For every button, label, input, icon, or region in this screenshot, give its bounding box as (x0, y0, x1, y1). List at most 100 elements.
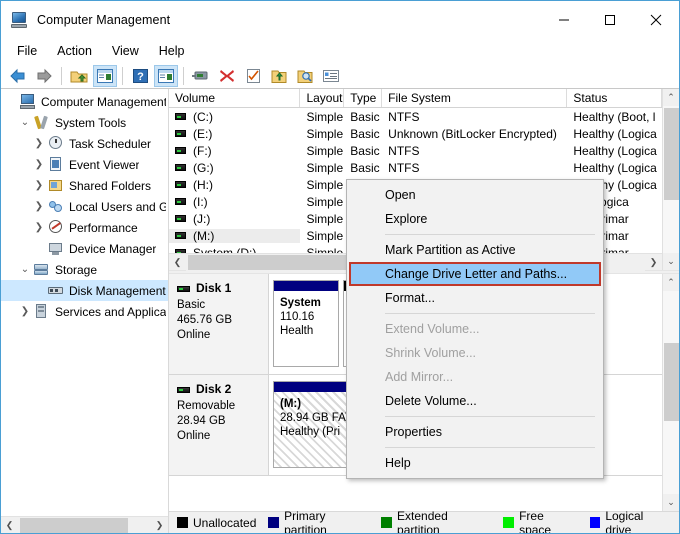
context-menu-item-explore[interactable]: Explore (347, 207, 603, 231)
volume-scroll-left-arrow[interactable]: ❮ (169, 254, 186, 271)
close-button[interactable] (633, 1, 679, 39)
sidebar-item-performance[interactable]: ❯Performance (1, 217, 168, 238)
volume-cell-layout: Simple (300, 161, 344, 175)
volume-name: (C:) (193, 110, 213, 124)
map-vscroll-track[interactable] (663, 291, 679, 494)
chevron-right-icon[interactable]: ❯ (31, 180, 47, 191)
volume-scroll-down-arrow[interactable]: ⌄ (663, 253, 679, 270)
chevron-down-icon[interactable]: ⌄ (17, 264, 33, 275)
column-header-file-system[interactable]: File System (382, 89, 567, 107)
disk-type: Basic (177, 298, 268, 313)
volume-vscroll-thumb[interactable] (664, 108, 679, 200)
volume-scroll-up-arrow[interactable]: ⌃ (663, 89, 679, 106)
volume-name: (H:) (193, 178, 213, 192)
show-hide-console-tree-icon[interactable] (93, 65, 117, 87)
volume-row[interactable]: (G:)SimpleBasicNTFSHealthy (Logica (169, 159, 662, 176)
volume-row[interactable]: (F:)SimpleBasicNTFSHealthy (Logica (169, 142, 662, 159)
column-header-layout[interactable]: Layout (300, 89, 344, 107)
forward-arrow-icon[interactable] (32, 65, 56, 87)
disk-map-vertical-scrollbar[interactable]: ⌃ ⌄ (662, 274, 679, 511)
volume-cell-layout: Simple (300, 144, 344, 158)
chevron-right-icon[interactable]: ❯ (31, 222, 47, 233)
disk-state: Online (177, 328, 268, 343)
maximize-button[interactable] (587, 1, 633, 39)
sidebar-item-task-scheduler[interactable]: ❯Task Scheduler (1, 133, 168, 154)
console-tree: Computer Management (⌄System Tools❯Task … (1, 89, 168, 516)
drive-icon (175, 198, 186, 205)
map-vscroll-thumb[interactable] (664, 343, 679, 421)
sidebar-item-local-users-and-gr[interactable]: ❯Local Users and Gr (1, 196, 168, 217)
menu-view[interactable]: View (102, 41, 149, 61)
legend-label: Free space (519, 509, 578, 534)
volume-vscroll-track[interactable] (663, 106, 679, 253)
sidebar-item-services-and-applicati[interactable]: ❯Services and Applicati (1, 301, 168, 322)
sidebar-item-disk-management[interactable]: Disk Management (1, 280, 168, 301)
tree-horizontal-scrollbar[interactable]: ❮ ❯ (1, 516, 168, 533)
sidebar-item-label: Disk Management (69, 284, 166, 298)
chevron-right-icon[interactable]: ❯ (31, 159, 47, 170)
disk-info[interactable]: Disk 2Removable28.94 GBOnline (169, 375, 269, 475)
sidebar-item-storage[interactable]: ⌄Storage (1, 259, 168, 280)
toolbar-separator (61, 67, 62, 85)
window-controls (541, 1, 679, 39)
chevron-right-icon[interactable]: ❯ (31, 201, 47, 212)
partition-block[interactable]: System110.16Health (273, 280, 339, 367)
show-action-pane-icon[interactable] (154, 65, 178, 87)
context-menu-item-change-drive-letter-and-paths[interactable]: Change Drive Letter and Paths... (349, 262, 601, 286)
tree-scroll-left-arrow[interactable]: ❮ (1, 517, 18, 534)
context-menu-item-properties[interactable]: Properties (347, 420, 603, 444)
export-list-icon[interactable] (267, 65, 291, 87)
delete-icon[interactable] (215, 65, 239, 87)
legend-swatch (590, 517, 601, 528)
disk-info[interactable]: Disk 1Basic465.76 GBOnline (169, 274, 269, 374)
column-header-type[interactable]: Type (344, 89, 382, 107)
sidebar-item-device-manager[interactable]: Device Manager (1, 238, 168, 259)
column-header-status[interactable]: Status (567, 89, 662, 107)
column-header-volume[interactable]: Volume (169, 89, 300, 107)
sidebar-item-shared-folders[interactable]: ❯Shared Folders (1, 175, 168, 196)
legend-item: Logical drive (590, 509, 671, 534)
view-list-icon[interactable] (319, 65, 343, 87)
volume-name: (E:) (193, 127, 212, 141)
tree-scroll-thumb[interactable] (20, 518, 128, 533)
properties-icon[interactable] (241, 65, 265, 87)
chevron-down-icon[interactable]: ⌄ (17, 117, 33, 128)
tree-scroll-right-arrow[interactable]: ❯ (151, 517, 168, 534)
volume-vertical-scrollbar[interactable]: ⌃ ⌄ (662, 89, 679, 270)
back-arrow-icon[interactable] (6, 65, 30, 87)
menu-action[interactable]: Action (47, 41, 102, 61)
menu-help[interactable]: Help (149, 41, 195, 61)
legend-item: Free space (503, 509, 577, 534)
partition-line2: 110.16 (280, 310, 333, 324)
context-menu-item-format[interactable]: Format... (347, 286, 603, 310)
legend-label: Primary partition (284, 509, 369, 534)
title-bar: Computer Management (1, 1, 679, 39)
context-menu-item-delete-volume[interactable]: Delete Volume... (347, 389, 603, 413)
volume-list-header: VolumeLayoutTypeFile SystemStatus (169, 89, 662, 108)
sidebar-item-computer-management[interactable]: Computer Management ( (1, 91, 168, 112)
chevron-right-icon[interactable]: ❯ (17, 306, 33, 317)
drive-icon (175, 215, 186, 222)
map-scroll-up-arrow[interactable]: ⌃ (663, 274, 679, 291)
tree-scroll-track[interactable] (18, 517, 151, 534)
volume-cell-status: Healthy (Boot, l (567, 110, 662, 124)
chevron-right-icon[interactable]: ❯ (31, 138, 47, 149)
context-menu-item-mark-partition-as-active[interactable]: Mark Partition as Active (347, 238, 603, 262)
sidebar-item-event-viewer[interactable]: ❯Event Viewer (1, 154, 168, 175)
connect-icon[interactable] (189, 65, 213, 87)
minimize-button[interactable] (541, 1, 587, 39)
console-tree-pane: Computer Management (⌄System Tools❯Task … (1, 89, 169, 533)
volume-cell-type: Basic (344, 144, 382, 158)
menu-file[interactable]: File (7, 41, 47, 61)
up-folder-icon[interactable] (67, 65, 91, 87)
volume-row[interactable]: (E:)SimpleBasicUnknown (BitLocker Encryp… (169, 125, 662, 142)
help-icon[interactable]: ? (128, 65, 152, 87)
volume-scroll-right-arrow[interactable]: ❯ (645, 254, 662, 271)
context-menu-item-open[interactable]: Open (347, 183, 603, 207)
volume-row[interactable]: (C:)SimpleBasicNTFSHealthy (Boot, l (169, 108, 662, 125)
search-icon[interactable] (293, 65, 317, 87)
sidebar-item-system-tools[interactable]: ⌄System Tools (1, 112, 168, 133)
drive-icon (175, 181, 186, 188)
storage-icon (33, 262, 51, 278)
context-menu-item-help[interactable]: Help (347, 451, 603, 475)
